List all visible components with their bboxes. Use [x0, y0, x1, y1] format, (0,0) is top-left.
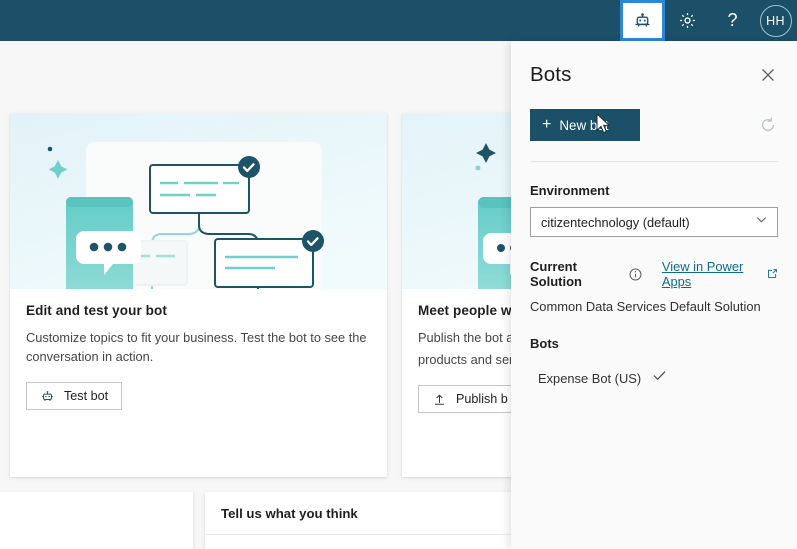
bots-list-label: Bots: [530, 336, 559, 351]
help-button[interactable]: ?: [710, 0, 755, 41]
info-icon[interactable]: [629, 268, 642, 281]
refresh-icon[interactable]: [757, 114, 779, 136]
card-body-edit: Edit and test your bot Customize topics …: [10, 289, 387, 411]
publish-bot-button[interactable]: Publish b: [418, 385, 522, 414]
robot-icon: [40, 389, 55, 404]
panel-actions: + New bot: [511, 87, 797, 141]
new-bot-button-label: New bot: [559, 117, 609, 133]
bot-list-item[interactable]: Expense Bot (US): [538, 368, 778, 388]
close-icon[interactable]: [757, 64, 779, 86]
panel-separator: [530, 161, 778, 162]
panel-content: Environment citizentechnology (default) …: [511, 183, 797, 388]
current-solution-label: Current Solution: [530, 259, 582, 289]
environment-label: Environment: [530, 183, 610, 198]
environment-select[interactable]: citizentechnology (default): [530, 207, 778, 237]
bots-side-panel: Bots + New bot Environment citizentechno…: [511, 41, 797, 549]
bot-icon: [633, 11, 652, 30]
app-root: ? HH Edit and test your bot Customize to…: [0, 0, 797, 549]
view-in-power-apps-label: View in Power Apps: [661, 259, 744, 289]
question-mark-icon: ?: [727, 10, 738, 30]
checkmark-icon: [652, 368, 667, 388]
avatar: HH: [759, 4, 792, 37]
settings-button[interactable]: [665, 0, 710, 41]
user-account-button[interactable]: HH: [755, 0, 797, 41]
card-description: Customize topics to fit your business. T…: [26, 330, 367, 364]
bot-name: Expense Bot (US): [538, 370, 642, 386]
test-bot-button[interactable]: Test bot: [26, 382, 123, 411]
panel-title: Bots: [530, 63, 572, 86]
card-bottom-left-partial: [0, 492, 193, 549]
view-in-power-apps-link[interactable]: View in Power Apps: [662, 259, 778, 289]
bots-panel-toggle-button[interactable]: [620, 0, 665, 41]
panel-header: Bots: [511, 41, 797, 87]
publish-bot-button-label: Publish b: [456, 392, 508, 407]
test-bot-button-label: Test bot: [64, 389, 109, 404]
external-link-icon: [767, 267, 778, 282]
topbar-actions: ? HH: [620, 0, 797, 41]
chevron-down-icon: [755, 213, 768, 231]
gear-icon: [678, 11, 697, 30]
card-edit-and-test: Edit and test your bot Customize topics …: [10, 113, 387, 477]
upload-icon: [432, 392, 447, 407]
plus-icon: +: [542, 116, 552, 133]
environment-select-value: citizentechnology (default): [541, 214, 690, 230]
top-navigation-bar: ? HH: [0, 0, 797, 41]
current-solution-row: Current Solution View in Power Apps: [530, 259, 778, 289]
card-title: Edit and test your bot: [26, 303, 167, 318]
new-bot-button[interactable]: + New bot: [530, 109, 640, 141]
current-solution-value: Common Data Services Default Solution: [530, 299, 761, 314]
card-illustration-edit: [10, 113, 387, 289]
